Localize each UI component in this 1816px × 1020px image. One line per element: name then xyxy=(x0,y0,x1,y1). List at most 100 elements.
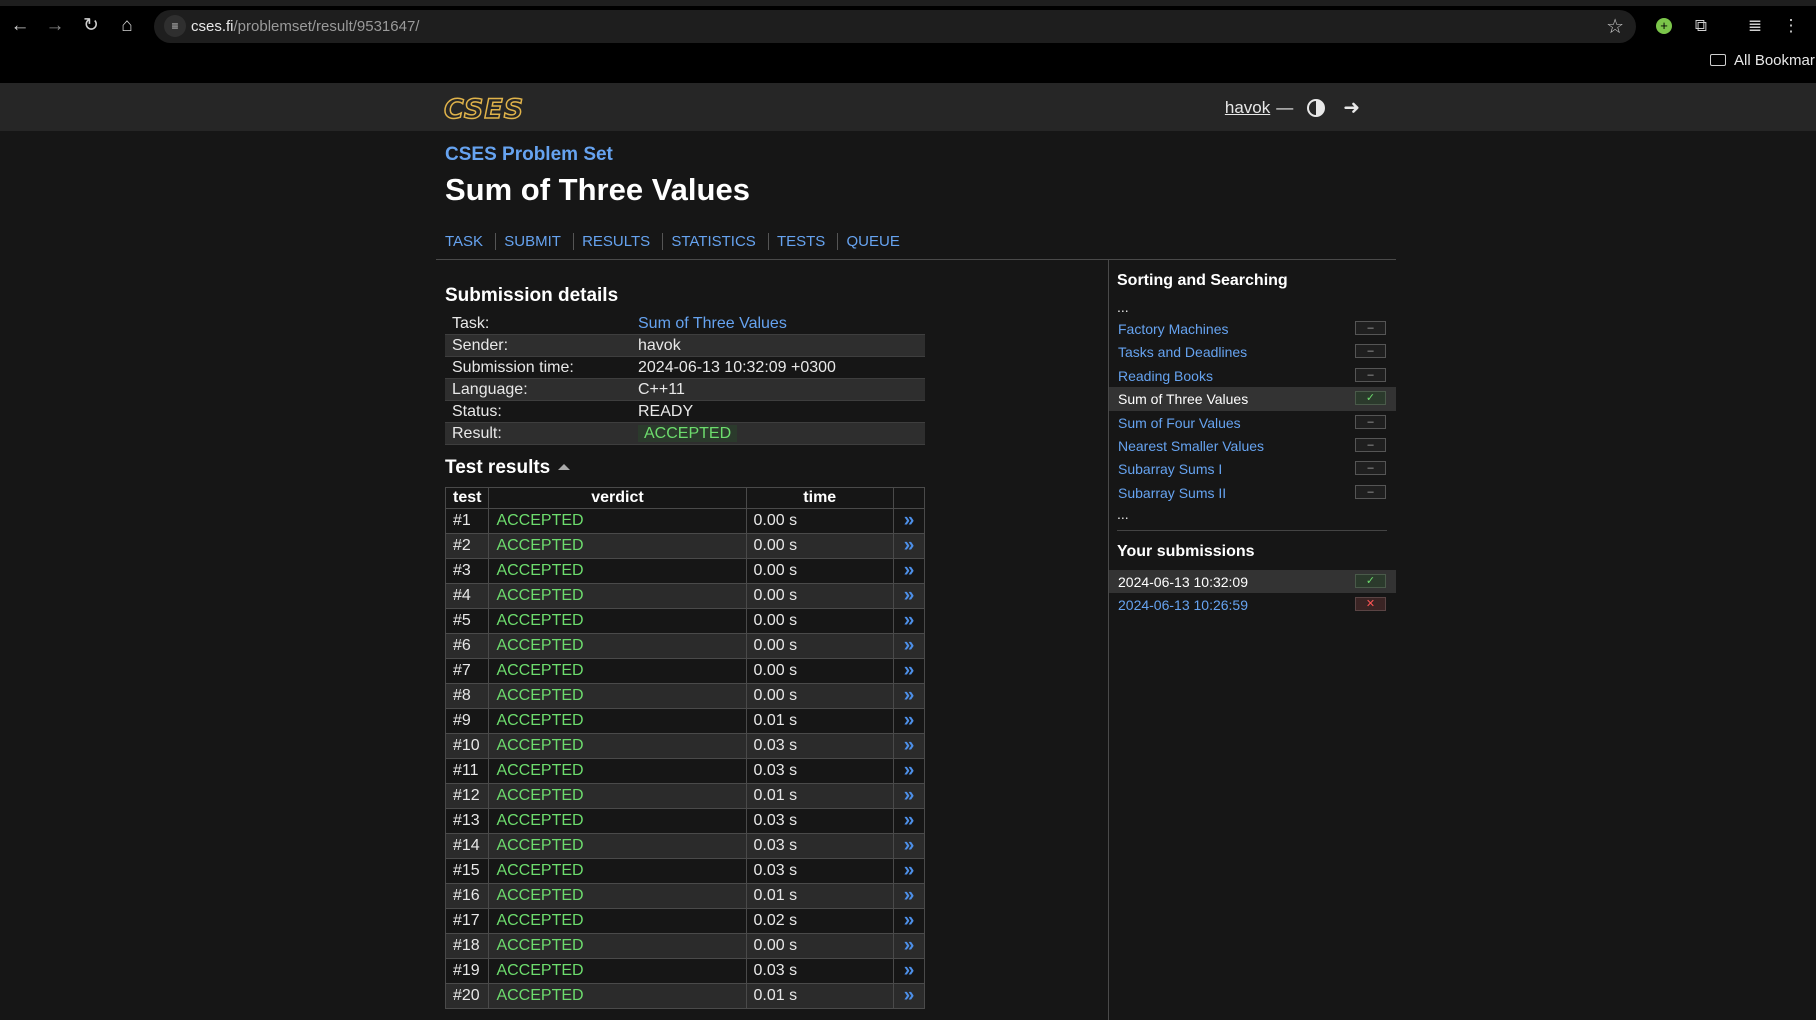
test-time: 0.03 s xyxy=(745,833,894,859)
detail-key: Task: xyxy=(452,314,490,332)
tab-statistics[interactable]: STATISTICS xyxy=(662,233,764,250)
url-host: cses.fi xyxy=(191,18,234,35)
view-test-link-icon[interactable]: » xyxy=(893,558,925,584)
sidebar-task-item[interactable]: Nearest Smaller Values – xyxy=(1109,434,1396,457)
view-test-link-icon[interactable]: » xyxy=(893,933,925,959)
collapse-arrow-icon[interactable] xyxy=(558,464,571,470)
sidebar-section-title: Sorting and Searching xyxy=(1117,272,1288,289)
cross-icon: ✕ xyxy=(1355,597,1386,612)
test-time: 0.00 s xyxy=(745,633,894,659)
view-test-link-icon[interactable]: » xyxy=(893,958,925,984)
view-test-link-icon[interactable]: » xyxy=(893,658,925,684)
detail-value: C++11 xyxy=(631,378,925,401)
view-test-link-icon[interactable]: » xyxy=(893,783,925,809)
dash-icon: – xyxy=(1355,367,1386,382)
contrast-toggle-icon[interactable] xyxy=(1307,98,1326,117)
view-test-link-icon[interactable]: » xyxy=(893,808,925,834)
table-row: #16 ACCEPTED 0.01 s» xyxy=(444,883,925,909)
tab-results[interactable]: RESULTS xyxy=(573,233,659,250)
site-settings-icon[interactable]: ≡ xyxy=(164,15,186,37)
test-results-heading[interactable]: Test results xyxy=(445,457,571,479)
test-verdict: ACCEPTED xyxy=(488,733,747,759)
extension-green-icon[interactable]: + xyxy=(1656,18,1672,34)
view-test-link-icon[interactable]: » xyxy=(893,608,925,634)
sidebar-submission-item-label[interactable]: 2024-06-13 10:26:59 xyxy=(1118,597,1248,613)
view-test-link-icon[interactable]: » xyxy=(893,733,925,759)
test-verdict: ACCEPTED xyxy=(488,558,747,584)
address-bar[interactable]: ≡ cses.fi/problemset/result/9531647/ ☆ xyxy=(154,10,1636,43)
username-link[interactable]: havok xyxy=(1225,98,1270,118)
detail-row-task: Task: Sum of Three Values xyxy=(445,313,925,335)
table-row: #18 ACCEPTED 0.00 s» xyxy=(444,933,925,959)
sidebar-task-item[interactable]: Tasks and Deadlines – xyxy=(1109,340,1396,363)
sidebar-task-item-label[interactable]: Subarray Sums II xyxy=(1118,485,1226,501)
sidebar-task-item-label[interactable]: Nearest Smaller Values xyxy=(1118,438,1264,454)
sidebar-task-item-label[interactable]: Tasks and Deadlines xyxy=(1118,344,1247,360)
view-test-link-icon[interactable]: » xyxy=(893,583,925,609)
tab-task[interactable]: TASK xyxy=(445,233,491,250)
view-test-link-icon[interactable]: » xyxy=(893,758,925,784)
sidebar-task-item-label[interactable]: Sum of Four Values xyxy=(1118,415,1241,431)
media-queue-icon[interactable]: ≣ xyxy=(1744,15,1766,37)
sidebar-submission-item[interactable]: 2024-06-13 10:26:59 ✕ xyxy=(1109,593,1396,616)
tab-queue[interactable]: QUEUE xyxy=(837,233,908,250)
tab-tests[interactable]: TESTS xyxy=(767,233,834,250)
detail-value: Sum of Three Values xyxy=(631,313,925,335)
test-number: #11 xyxy=(444,758,490,784)
test-number: #19 xyxy=(444,958,490,984)
view-test-link-icon[interactable]: » xyxy=(893,508,925,534)
task-link[interactable]: Sum of Three Values xyxy=(638,315,787,332)
test-number: #6 xyxy=(444,633,490,659)
sidebar-submission-list: 2024-06-13 10:32:09 ✓ 2024-06-13 10:26:59 ✕ xyxy=(1109,570,1396,617)
test-time: 0.01 s xyxy=(745,883,894,909)
view-test-link-icon[interactable]: » xyxy=(893,983,925,1009)
extensions-puzzle-icon[interactable]: ⧉ xyxy=(1690,15,1712,37)
bookmark-star-icon[interactable]: ☆ xyxy=(1606,14,1624,39)
sidebar-task-item[interactable]: Subarray Sums I – xyxy=(1109,457,1396,480)
tab-submit[interactable]: SUBMIT xyxy=(495,233,569,250)
table-row: #17 ACCEPTED 0.02 s» xyxy=(444,908,925,934)
sidebar-task-item[interactable]: Sum of Three Values ✓ xyxy=(1109,387,1396,411)
sidebar-task-item[interactable]: Reading Books – xyxy=(1109,364,1396,387)
view-test-link-icon[interactable]: » xyxy=(893,908,925,934)
view-test-link-icon[interactable]: » xyxy=(893,883,925,909)
view-test-link-icon[interactable]: » xyxy=(893,633,925,659)
user-dash: — xyxy=(1276,97,1294,117)
test-number: #12 xyxy=(444,783,490,809)
sidebar-submission-item-label[interactable]: 2024-06-13 10:32:09 xyxy=(1118,574,1248,590)
sidebar-task-item-label[interactable]: Sum of Three Values xyxy=(1118,391,1248,407)
breadcrumb[interactable]: CSES Problem Set xyxy=(445,144,613,166)
test-verdict: ACCEPTED xyxy=(488,783,747,809)
test-verdict: ACCEPTED xyxy=(488,658,747,684)
profile-icon[interactable]: ⋮ xyxy=(1780,15,1802,37)
test-verdict: ACCEPTED xyxy=(488,858,747,884)
sidebar-submission-item[interactable]: 2024-06-13 10:32:09 ✓ xyxy=(1109,570,1396,594)
forward-arrow-icon[interactable]: → xyxy=(43,14,67,38)
cses-logo[interactable]: CSES xyxy=(443,93,524,126)
detail-key: Language: xyxy=(445,378,631,401)
detail-row-language: Language: C++11 xyxy=(445,378,925,401)
table-row: #7 ACCEPTED 0.00 s» xyxy=(444,658,925,684)
view-test-link-icon[interactable]: » xyxy=(893,708,925,734)
sidebar-task-item-label[interactable]: Factory Machines xyxy=(1118,321,1228,337)
sidebar-task-list: Factory Machines – Tasks and Deadlines – Rea… xyxy=(1109,317,1396,504)
url-text[interactable]: cses.fi/problemset/result/9531647/ xyxy=(191,18,419,35)
check-icon: ✓ xyxy=(1355,391,1386,406)
sidebar-task-item-label[interactable]: Reading Books xyxy=(1118,368,1213,384)
reload-icon[interactable]: ↻ xyxy=(79,14,103,38)
home-icon[interactable]: ⌂ xyxy=(115,14,139,38)
view-test-link-icon[interactable]: » xyxy=(893,858,925,884)
view-test-link-icon[interactable]: » xyxy=(893,533,925,559)
dash-icon: – xyxy=(1355,461,1386,476)
sidebar-task-item[interactable]: Subarray Sums II – xyxy=(1109,481,1396,504)
view-test-link-icon[interactable]: » xyxy=(893,833,925,859)
sidebar-task-item[interactable]: Factory Machines – xyxy=(1109,317,1396,340)
sidebar-task-item[interactable]: Sum of Four Values – xyxy=(1109,411,1396,434)
view-test-link-icon[interactable]: » xyxy=(893,683,925,709)
test-number: #8 xyxy=(444,683,490,709)
sidebar-task-item-label[interactable]: Subarray Sums I xyxy=(1118,461,1222,477)
back-arrow-icon[interactable]: ← xyxy=(8,14,32,38)
logout-icon[interactable]: ➜ xyxy=(1343,95,1360,120)
table-row: #20 ACCEPTED 0.01 s» xyxy=(444,983,925,1009)
all-bookmarks[interactable]: All Bookmar xyxy=(1710,52,1815,69)
